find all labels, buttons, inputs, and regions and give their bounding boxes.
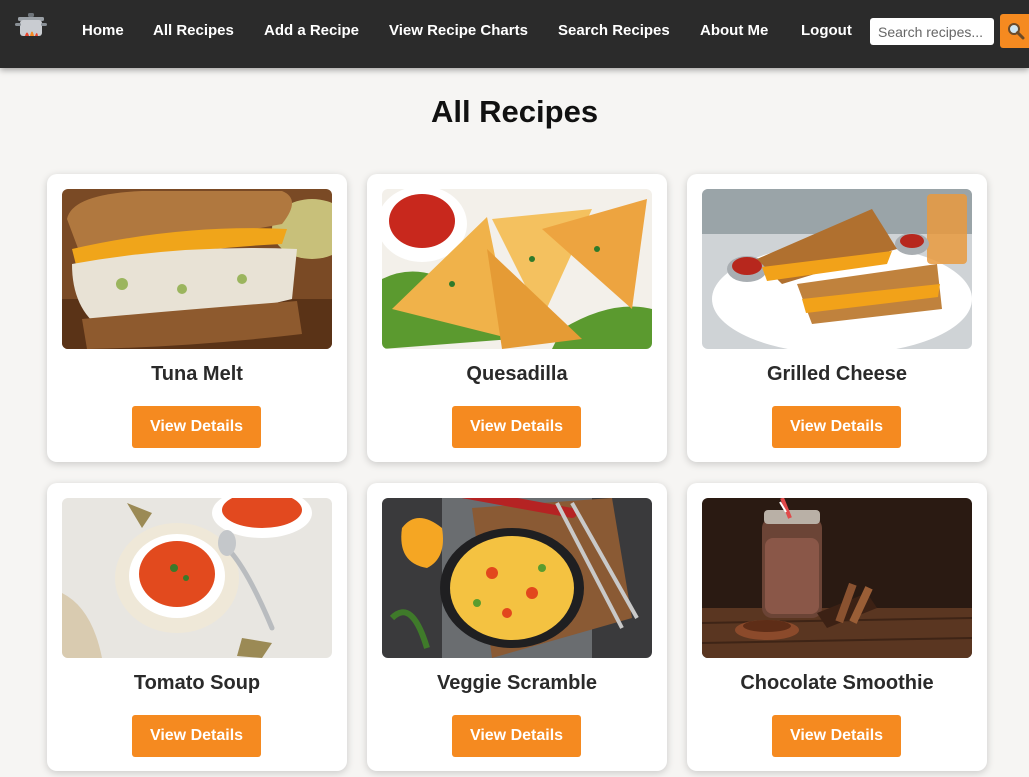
view-details-button[interactable]: View Details: [132, 406, 261, 448]
navbar: Home All Recipes Add a Recipe View Recip…: [0, 0, 1029, 68]
recipe-title: Grilled Cheese: [766, 363, 908, 385]
recipe-title: Chocolate Smoothie: [740, 672, 934, 694]
view-details-button[interactable]: View Details: [452, 715, 581, 757]
view-details-button[interactable]: View Details: [772, 406, 901, 448]
recipe-title: Quesadilla: [466, 363, 568, 385]
recipe-card: Chocolate Smoothie View Details: [687, 483, 987, 771]
nav-link-add-recipe[interactable]: Add a Recipe: [264, 22, 359, 39]
recipe-card: Quesadilla View Details: [367, 174, 667, 462]
search-input[interactable]: [870, 18, 994, 45]
page-title: All Recipes: [430, 94, 599, 129]
nav-link-view-recipe-charts[interactable]: View Recipe Charts: [389, 22, 528, 39]
quesadilla-photo: [382, 189, 652, 349]
recipe-title: Veggie Scramble: [436, 672, 598, 694]
recipe-title: Tuna Melt: [151, 363, 243, 385]
nav-link-all-recipes[interactable]: All Recipes: [153, 22, 234, 39]
nav-link-logout[interactable]: Logout: [801, 22, 852, 39]
recipe-card: Veggie Scramble View Details: [367, 483, 667, 771]
grilled-cheese-photo: [702, 189, 972, 349]
tomato-soup-photo: [62, 498, 332, 658]
chocolate-smoothie-photo: [702, 498, 972, 658]
view-details-button[interactable]: View Details: [452, 406, 581, 448]
recipe-title: Tomato Soup: [133, 672, 261, 694]
tuna-melt-photo: [62, 189, 332, 349]
recipe-card: Tuna Melt View Details: [47, 174, 347, 462]
veggie-scramble-photo: [382, 498, 652, 658]
nav-link-home[interactable]: Home: [82, 22, 124, 39]
magnifier-icon: [1008, 23, 1025, 40]
view-details-button[interactable]: View Details: [772, 715, 901, 757]
recipe-card: Grilled Cheese View Details: [687, 174, 987, 462]
nav-link-search-recipes[interactable]: Search Recipes: [558, 22, 670, 39]
search-button[interactable]: [1000, 14, 1029, 48]
recipe-card: Tomato Soup View Details: [47, 483, 347, 771]
view-details-button[interactable]: View Details: [132, 715, 261, 757]
nav-link-about-me[interactable]: About Me: [700, 22, 768, 39]
cooking-pot-logo-icon[interactable]: [14, 8, 48, 42]
